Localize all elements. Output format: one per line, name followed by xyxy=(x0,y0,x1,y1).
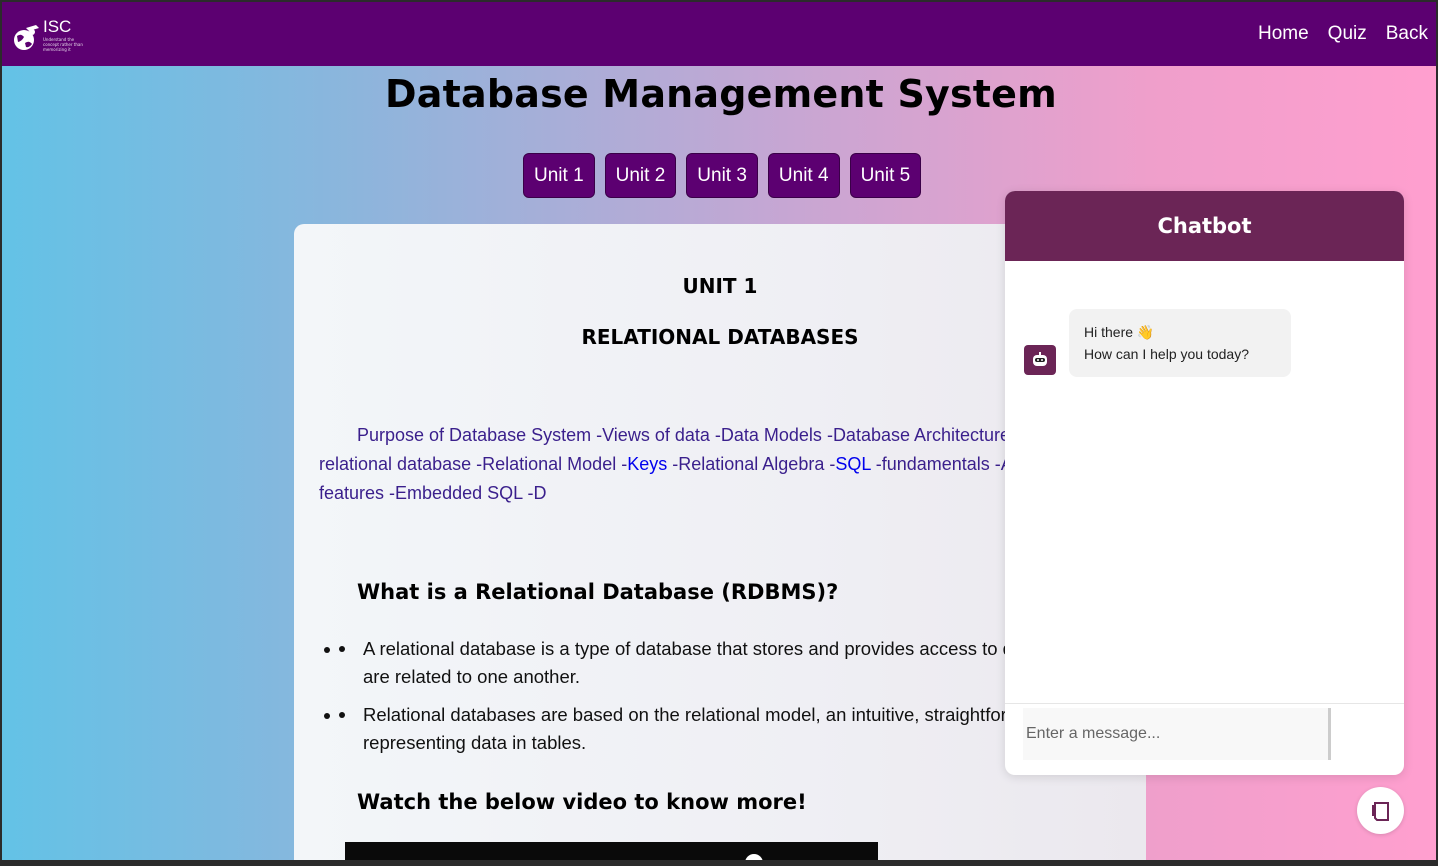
logo-title: ISC xyxy=(43,16,72,36)
page: ISC Understand the concept rather than m… xyxy=(2,2,1436,860)
bot-message-line: Hi there 👋 xyxy=(1084,324,1155,340)
bot-message: Hi there 👋 How can I help you today? xyxy=(1069,309,1291,377)
bot-avatar xyxy=(1024,345,1056,375)
topic-text: D xyxy=(533,483,547,503)
robot-icon xyxy=(1033,352,1047,366)
unit-1-button[interactable]: Unit 1 xyxy=(523,153,595,198)
topic-link[interactable]: Keys xyxy=(627,454,667,474)
topic-text: Data Models xyxy=(720,425,822,445)
unit-2-button[interactable]: Unit 2 xyxy=(604,153,677,198)
logo-tagline: Understand the concept rather than memor… xyxy=(43,36,83,52)
chat-body: Hi there 👋 How can I help you today? xyxy=(1005,261,1404,703)
topic-text: - xyxy=(616,454,628,474)
topic-text: Views of data xyxy=(602,425,710,445)
video-player[interactable]: ➦ xyxy=(345,842,878,860)
topic-text: - xyxy=(667,454,679,474)
chatbot-title: Chatbot xyxy=(1157,214,1252,238)
nav-home-link[interactable]: Home xyxy=(1258,23,1309,45)
topic-text: Purpose of Database System xyxy=(357,425,592,445)
topic-text: fundamentals xyxy=(881,454,990,474)
topic-text: - xyxy=(471,454,483,474)
topic-text: - xyxy=(824,454,836,474)
nav-back-link[interactable]: Back xyxy=(1386,23,1428,45)
navbar: ISC Understand the concept rather than m… xyxy=(2,2,1436,66)
page-title: Database Management System xyxy=(385,72,1057,116)
site-logo[interactable]: ISC Understand the concept rather than m… xyxy=(12,17,91,52)
chatbot-window: Chatbot Hi there 👋 How can I help you to… xyxy=(1005,191,1404,775)
topic-text: - xyxy=(384,483,396,503)
nav-links: Home Quiz Back xyxy=(1258,23,1428,45)
topic-text: Embedded SQL xyxy=(395,483,523,503)
clock-icon[interactable] xyxy=(745,854,763,860)
unit-tabs: Unit 1 Unit 2 Unit 3 Unit 4 Unit 5 xyxy=(523,153,922,198)
topic-text: - xyxy=(591,425,603,445)
chat-toggle-button[interactable] xyxy=(1357,787,1404,834)
unit-4-button[interactable]: Unit 4 xyxy=(767,153,840,198)
section-title-rdbms: What is a Relational Database (RDBMS)? xyxy=(357,580,839,604)
nav-quiz-link[interactable]: Quiz xyxy=(1328,23,1367,45)
chat-footer xyxy=(1005,703,1404,775)
topic-text: - xyxy=(989,454,1001,474)
topic-text: - xyxy=(870,454,882,474)
topic-text: Database Architecture xyxy=(832,425,1011,445)
globe-graduate-icon xyxy=(14,24,39,50)
unit-3-button[interactable]: Unit 3 xyxy=(686,153,758,198)
topic-text: - xyxy=(522,483,534,503)
topic-text: - xyxy=(821,425,833,445)
unit-5-button[interactable]: Unit 5 xyxy=(849,153,922,198)
share-icon[interactable]: ➦ xyxy=(833,856,845,860)
section-title-video: Watch the below video to know more! xyxy=(357,790,807,814)
chat-bubble-icon xyxy=(1371,801,1389,821)
topic-link[interactable]: SQL xyxy=(835,454,870,474)
topic-text: Relational Algebra xyxy=(678,454,825,474)
chat-message-input[interactable] xyxy=(1023,708,1331,760)
topic-text: - xyxy=(709,425,721,445)
bot-message-line: How can I help you today? xyxy=(1084,346,1249,362)
topic-text: Relational Model xyxy=(482,454,617,474)
chatbot-header: Chatbot xyxy=(1005,191,1404,261)
